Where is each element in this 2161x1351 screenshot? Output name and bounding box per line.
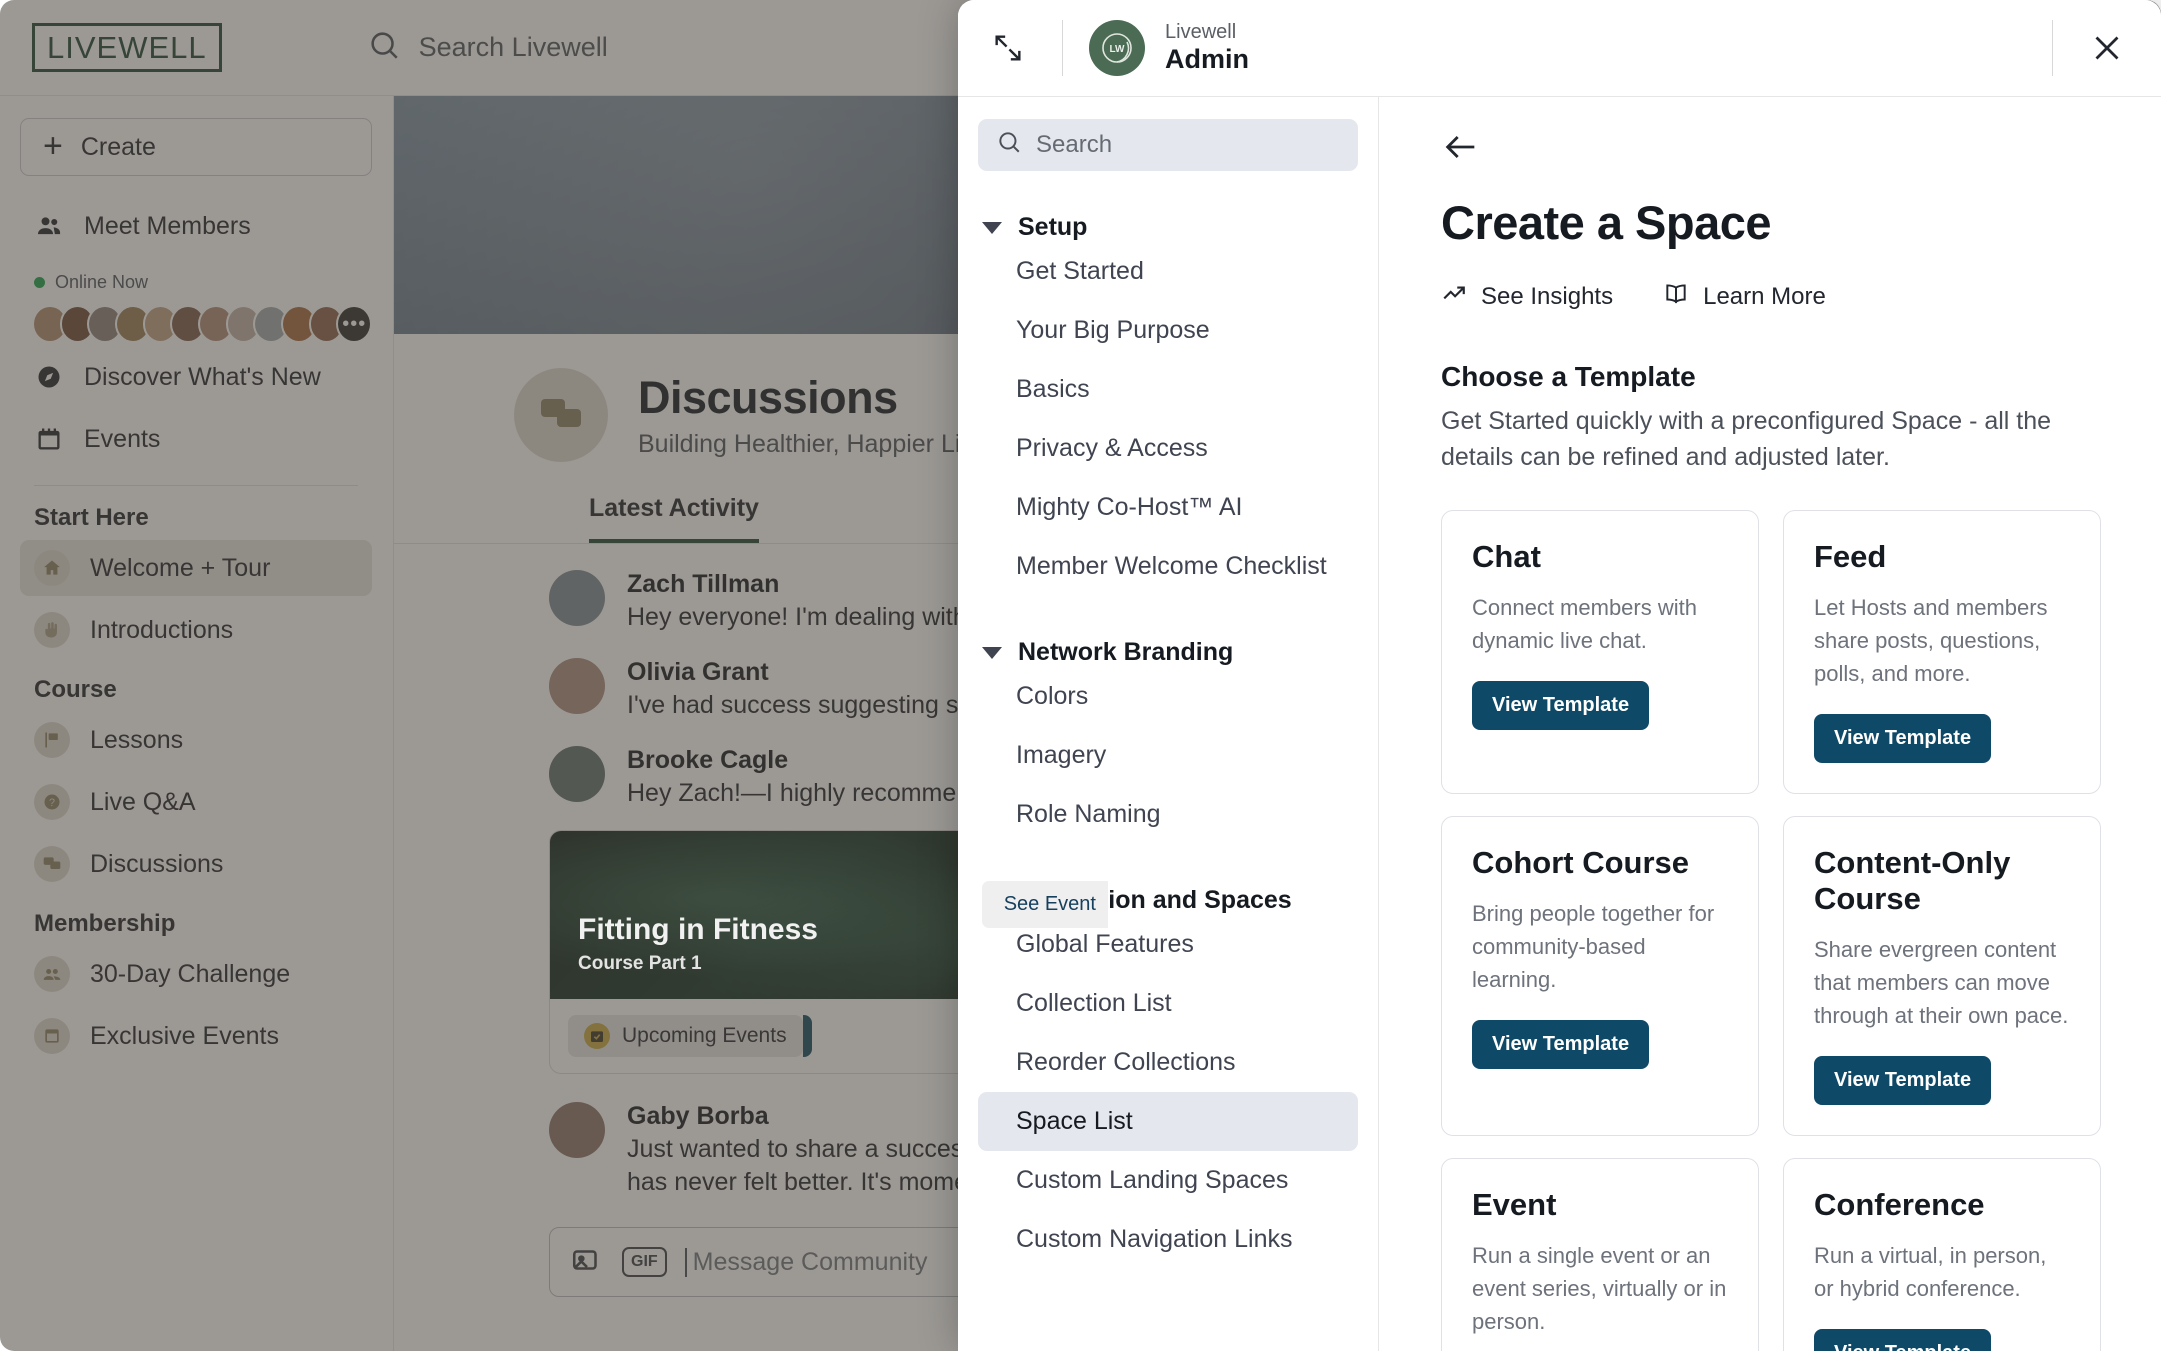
template-card-conference[interactable]: Conference Run a virtual, in person, or … (1783, 1158, 2101, 1351)
view-template-button[interactable]: View Template (1814, 1329, 1991, 1351)
nav-item-your-big-purpose[interactable]: Your Big Purpose (978, 301, 1358, 360)
view-template-button[interactable]: View Template (1814, 1056, 1991, 1105)
nav-item-imagery[interactable]: Imagery (978, 726, 1358, 785)
template-title: Chat (1472, 539, 1728, 575)
link-label: See Insights (1481, 283, 1613, 311)
svg-text:LW: LW (1110, 44, 1126, 55)
brand-block[interactable]: LW Livewell Admin (1089, 20, 1249, 76)
see-event-button[interactable]: See Event (982, 881, 1109, 928)
close-icon[interactable] (2079, 20, 2135, 76)
template-description: Share evergreen content that members can… (1814, 933, 2070, 1032)
admin-nav-panel: Search Setup Get Started Your Big Purpos… (958, 97, 1379, 1351)
template-description: Run a virtual, in person, or hybrid conf… (1814, 1239, 2070, 1305)
template-description: Connect members with dynamic live chat. (1472, 591, 1728, 657)
template-title: Content-Only Course (1814, 845, 2070, 917)
search-input[interactable]: Search (978, 119, 1358, 171)
view-template-button[interactable]: View Template (1472, 1020, 1649, 1069)
chevron-down-icon (982, 222, 1002, 234)
template-grid: Chat Connect members with dynamic live c… (1441, 510, 2101, 1351)
header-right (2026, 20, 2161, 76)
nav-group-network-branding[interactable]: Network Branding (982, 638, 1358, 667)
template-description: Run a single event or an event series, v… (1472, 1239, 1728, 1338)
template-card-chat[interactable]: Chat Connect members with dynamic live c… (1441, 510, 1759, 794)
nav-item-member-welcome-checklist[interactable]: Member Welcome Checklist (978, 537, 1358, 596)
nav-item-space-list[interactable]: Space List (978, 1092, 1358, 1151)
template-title: Cohort Course (1472, 845, 1728, 881)
screen: LIVEWELL Search Livewell + Create Meet M… (0, 0, 2161, 1351)
course-title: Fitting in Fitness (578, 913, 818, 947)
brand-section-name: Admin (1165, 43, 1249, 75)
nav-item-custom-navigation-links[interactable]: Custom Navigation Links (978, 1210, 1358, 1269)
template-title: Feed (1814, 539, 2070, 575)
nav-item-mighty-cohost-ai[interactable]: Mighty Co-Host™ AI (978, 478, 1358, 537)
nav-item-colors[interactable]: Colors (978, 667, 1358, 726)
template-card-event[interactable]: Event Run a single event or an event ser… (1441, 1158, 1759, 1351)
expand-icon[interactable] (980, 20, 1036, 76)
nav-item-basics[interactable]: Basics (978, 360, 1358, 419)
nav-group-title: Setup (1018, 213, 1087, 242)
trending-up-icon (1441, 280, 1467, 313)
page-links: See Insights Learn More (1441, 280, 2101, 313)
template-description: Bring people together for community-base… (1472, 897, 1728, 996)
modal-body: Search Setup Get Started Your Big Purpos… (958, 96, 2161, 1351)
learn-more-link[interactable]: Learn More (1663, 280, 1826, 313)
modal-header: LW Livewell Admin (958, 0, 2161, 96)
section-description: Get Started quickly with a preconfigured… (1441, 403, 2101, 476)
search-icon (996, 129, 1022, 162)
see-insights-link[interactable]: See Insights (1441, 280, 1613, 313)
nav-item-role-naming[interactable]: Role Naming (978, 785, 1358, 844)
livewell-circle-logo: LW (1089, 20, 1145, 76)
admin-modal: LW Livewell Admin (958, 0, 2161, 1351)
header-divider (2052, 20, 2053, 76)
arrow-left-icon[interactable] (1441, 125, 1485, 169)
view-template-button[interactable]: View Template (1472, 681, 1649, 730)
admin-main-panel: Create a Space See Insights Learn More (1379, 97, 2161, 1351)
book-icon (1663, 280, 1689, 313)
course-subtitle: Course Part 1 (578, 953, 702, 975)
header-divider (1062, 20, 1063, 76)
template-card-content-only-course[interactable]: Content-Only Course Share evergreen cont… (1783, 816, 2101, 1136)
brand-network-name: Livewell (1165, 21, 1249, 43)
template-title: Conference (1814, 1187, 2070, 1223)
link-label: Learn More (1703, 283, 1826, 311)
template-card-cohort-course[interactable]: Cohort Course Bring people together for … (1441, 816, 1759, 1136)
nav-item-custom-landing-spaces[interactable]: Custom Landing Spaces (978, 1151, 1358, 1210)
view-template-button[interactable]: View Template (1814, 714, 1991, 763)
nav-group-title: Network Branding (1018, 638, 1233, 667)
nav-item-collection-list[interactable]: Collection List (978, 974, 1358, 1033)
nav-group-setup[interactable]: Setup (982, 213, 1358, 242)
section-title: Choose a Template (1441, 361, 2101, 393)
nav-item-get-started[interactable]: Get Started (978, 242, 1358, 301)
nav-item-privacy-access[interactable]: Privacy & Access (978, 419, 1358, 478)
template-card-feed[interactable]: Feed Let Hosts and members share posts, … (1783, 510, 2101, 794)
page-title: Create a Space (1441, 195, 2101, 250)
template-description: Let Hosts and members share posts, quest… (1814, 591, 2070, 690)
nav-item-reorder-collections[interactable]: Reorder Collections (978, 1033, 1358, 1092)
chevron-down-icon (982, 647, 1002, 659)
template-title: Event (1472, 1187, 1728, 1223)
search-placeholder-text: Search (1036, 131, 1112, 159)
